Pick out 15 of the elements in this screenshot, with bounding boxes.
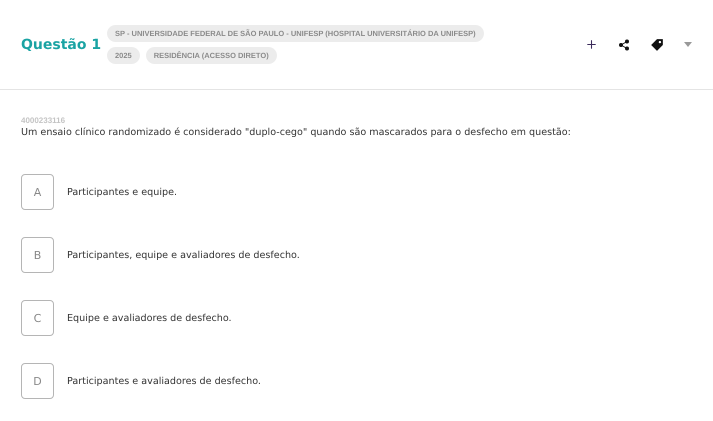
question-id: 4000233116 [21, 116, 66, 125]
option-text: Equipe e avaliadores de desfecho. [67, 312, 232, 324]
question-text: Um ensaio clínico randomizado é considerado "duplo-cego" quando são mascarados para o desfecho em questão: [21, 127, 572, 138]
share-button[interactable] [618, 38, 630, 50]
dropdown-button[interactable] [684, 42, 692, 47]
add-button[interactable] [585, 38, 598, 51]
option-letter-button[interactable]: A [21, 174, 54, 210]
option-letter-button[interactable]: D [21, 363, 54, 399]
option-text: Participantes e equipe. [67, 186, 178, 198]
option-letter-button[interactable]: B [21, 237, 54, 273]
question-title: Questão 1 [21, 36, 102, 52]
option-text: Participantes, equipe e avaliadores de desfecho. [67, 250, 300, 260]
tag-button[interactable] [650, 38, 664, 52]
option-text: Participantes e avaliadores de desfecho. [67, 376, 261, 386]
option-letter-button[interactable]: C [21, 300, 54, 336]
